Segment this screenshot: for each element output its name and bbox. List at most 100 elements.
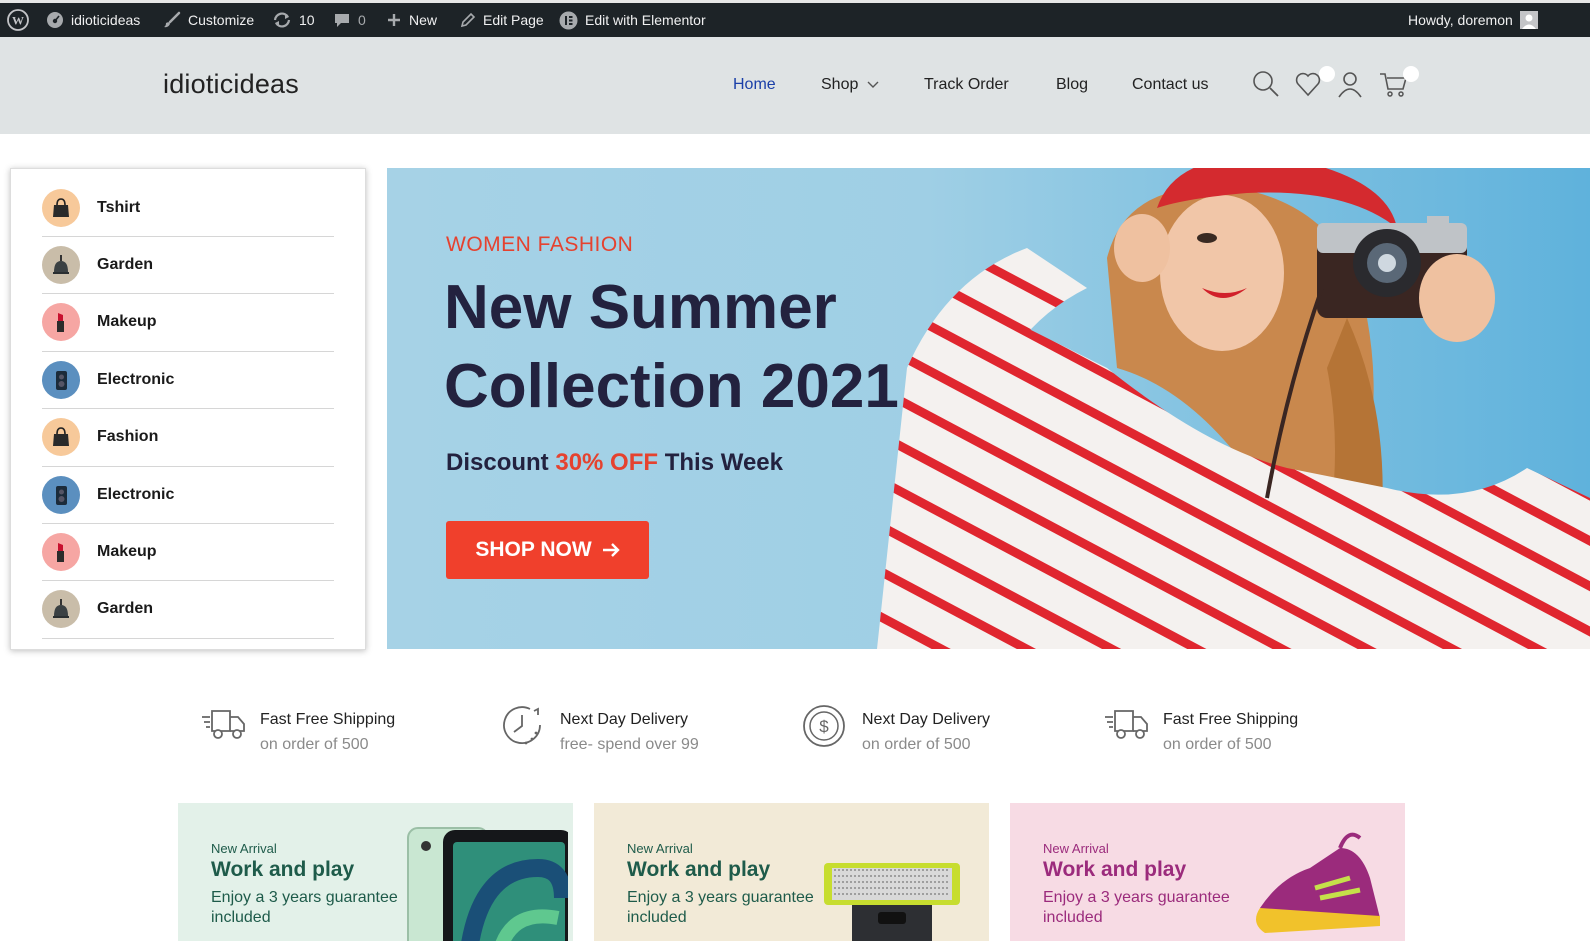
admin-updates[interactable]: 10 [272, 3, 315, 37]
admin-comments[interactable]: 0 [333, 3, 366, 37]
wp-admin-bar: W idioticideas Customize 10 0 New Edit P… [0, 0, 1590, 37]
avatar [1519, 11, 1538, 29]
promo-card-tablet[interactable]: New Arrival Work and play Enjoy a 3 years … [178, 803, 573, 941]
comment-icon [335, 14, 349, 27]
category-label: Fashion [97, 428, 159, 446]
admin-new[interactable]: New [386, 3, 437, 37]
admin-comments-count: 0 [358, 12, 366, 28]
category-label: Tshirt [97, 198, 141, 216]
admin-edit-elementor-label: Edit with Elementor [585, 12, 706, 28]
feature-subtitle: free- spend over 99 [560, 736, 699, 753]
speaker-icon [42, 475, 80, 514]
hero-discount-highlight: 30% OFF [555, 449, 659, 476]
refresh-icon [273, 12, 291, 28]
handbag-icon [42, 188, 80, 227]
nav-contact-us[interactable]: Contact us [1132, 76, 1208, 94]
admin-edit-page[interactable]: Edit Page [459, 3, 544, 37]
svg-text:W: W [12, 14, 24, 28]
admin-account[interactable]: Howdy, doremon [1408, 3, 1538, 37]
sneaker-image [1220, 808, 1400, 941]
promo-title: Work and play [211, 858, 355, 881]
category-item-electronic[interactable]: Electronic [42, 466, 334, 524]
user-account-icon[interactable] [1336, 70, 1364, 103]
admin-updates-count: 10 [299, 12, 315, 28]
shop-now-label: SHOP NOW [475, 538, 592, 561]
hero-title: New Summer Collection 2021 [444, 268, 904, 426]
lipstick-icon [42, 532, 80, 571]
promo-tag: New Arrival [211, 841, 277, 856]
shop-now-button[interactable]: SHOP NOW [446, 521, 649, 579]
elementor-icon [559, 11, 578, 29]
feature-title: Fast Free Shipping [260, 711, 396, 728]
category-label: Garden [97, 600, 154, 618]
nav-track-order[interactable]: Track Order [924, 76, 1009, 94]
hero-banner: WOMEN FASHION New Summer Collection 2021… [387, 168, 1590, 649]
shaver-image [804, 808, 984, 941]
svg-text:$: $ [819, 717, 829, 736]
feature-title: Fast Free Shipping [1163, 711, 1299, 728]
hero-title-line1: New Summer [444, 273, 837, 342]
promo-description: Enjoy a 3 years guarantee included [627, 889, 814, 926]
category-label: Makeup [97, 313, 157, 331]
handbag-icon [42, 418, 80, 457]
admin-edit-page-label: Edit Page [483, 12, 544, 28]
category-label: Electronic [97, 485, 175, 503]
promo-description: Enjoy a 3 years guarantee included [1043, 889, 1230, 926]
hero-discount: Discount 30% OFF This Week [446, 449, 783, 477]
category-item-electronic[interactable]: Electronic [42, 351, 334, 410]
promo-title: Work and play [627, 858, 771, 881]
category-label: Garden [97, 255, 154, 273]
tablet-image [388, 808, 573, 941]
hero-title-line2: Collection 2021 [444, 352, 899, 421]
category-label: Electronic [97, 370, 175, 388]
hero-discount-pre: Discount [446, 449, 556, 476]
admin-site-name[interactable]: idioticideas [46, 3, 140, 37]
lipstick-icon [42, 303, 80, 342]
feature-subtitle: on order of 500 [260, 736, 369, 753]
wishlist-heart-icon[interactable] [1294, 70, 1322, 103]
site-logo[interactable]: idioticideas [163, 69, 299, 100]
category-item-makeup[interactable]: Makeup [42, 294, 334, 352]
admin-customize[interactable]: Customize [163, 3, 254, 37]
admin-new-label: New [409, 12, 438, 28]
nav-shop[interactable]: Shop [821, 76, 879, 94]
promo-tag: New Arrival [627, 841, 693, 856]
nav-blog[interactable]: Blog [1056, 76, 1088, 94]
promo-title: Work and play [1043, 858, 1187, 881]
cart-count-badge [1403, 66, 1419, 82]
category-item-fashion[interactable]: Fashion [42, 409, 334, 467]
lamp-icon [42, 245, 80, 284]
speaker-icon [42, 360, 80, 399]
hero-tag: WOMEN FASHION [446, 233, 634, 256]
nav-home[interactable]: Home [733, 76, 776, 94]
category-item-garden[interactable]: Garden [42, 581, 334, 639]
category-item-garden[interactable]: Garden [42, 236, 334, 295]
brush-icon [164, 11, 181, 28]
category-label: Makeup [97, 542, 157, 560]
category-item-makeup[interactable]: Makeup [42, 523, 334, 582]
promo-card-sneaker[interactable]: New Arrival Work and play Enjoy a 3 years … [1010, 803, 1405, 941]
promo-description: Enjoy a 3 years guarantee included [211, 889, 398, 926]
feature-subtitle: on order of 500 [1163, 736, 1272, 753]
promo-card-shaver[interactable]: New Arrival Work and play Enjoy a 3 years … [594, 803, 989, 941]
promo-tag: New Arrival [1043, 841, 1109, 856]
feature-subtitle: on order of 500 [862, 736, 971, 753]
nav-shop-label: Shop [821, 76, 859, 93]
dashboard-icon [47, 12, 63, 28]
hero-discount-post: This Week [658, 449, 783, 476]
wishlist-count-badge [1319, 66, 1335, 82]
category-item-tshirt[interactable]: Tshirt [42, 179, 334, 237]
feature-title: Next Day Delivery [560, 711, 689, 728]
chevron-down-icon [867, 81, 879, 88]
admin-customize-label: Customize [188, 12, 255, 28]
plus-icon [388, 14, 400, 26]
category-sidebar: Tshirt Garden Makeup Electronic Fashion Elect… [10, 168, 366, 650]
admin-edit-elementor[interactable]: Edit with Elementor [559, 3, 706, 37]
admin-howdy-label: Howdy, doremon [1408, 12, 1513, 28]
feature-title: Next Day Delivery [862, 711, 991, 728]
search-icon[interactable] [1252, 70, 1280, 103]
admin-site-name-label: idioticideas [71, 12, 141, 28]
wordpress-logo-icon[interactable]: W [7, 3, 29, 37]
lamp-icon [42, 590, 80, 629]
site-header: idioticideas Home Shop Track Order Blog … [0, 37, 1590, 134]
